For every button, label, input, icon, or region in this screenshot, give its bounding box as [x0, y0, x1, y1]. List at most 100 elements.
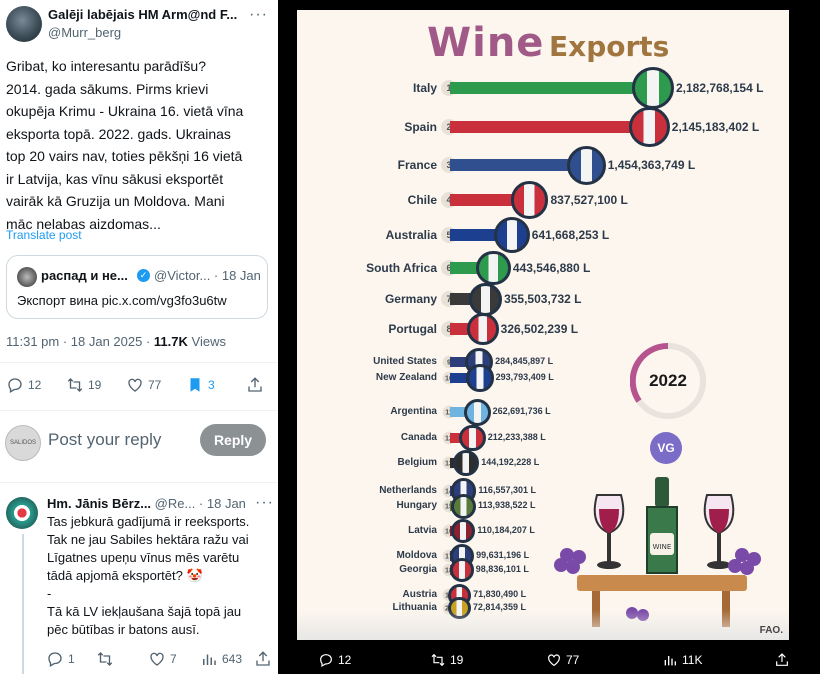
author-avatar[interactable] — [6, 6, 42, 42]
repost-button[interactable] — [96, 650, 114, 668]
export-bar — [450, 159, 584, 171]
reply-button[interactable]: 12 — [6, 376, 41, 394]
reply-author[interactable]: Hm. Jānis Bērz... @Re... · 18 Jan — [47, 496, 246, 511]
export-bar — [450, 121, 647, 133]
share-button[interactable] — [246, 376, 264, 394]
export-value-label: 2,145,183,402 L — [671, 120, 760, 134]
country-flag-icon — [466, 364, 494, 392]
author-name[interactable]: Galēji labējais HM Arm@nd F... — [48, 7, 248, 22]
views-label: Views — [187, 334, 226, 349]
video-frame[interactable]: Wine Exports Italy 1 2,182,768,154 L Spain 2… — [297, 10, 789, 640]
country-label: Austria — [402, 589, 437, 600]
tweet-meta: 11:31 pm · 18 Jan 2025 · 11.7K Views — [6, 334, 226, 349]
quoted-author-handle: @Victor... · 18 Jan — [154, 268, 261, 283]
country-flag-icon — [450, 558, 474, 582]
like-button[interactable]: 77 — [126, 376, 161, 394]
export-value-label: 99,631,196 L — [476, 550, 530, 560]
timestamp[interactable]: 11:31 pm · 18 Jan 2025 · — [6, 334, 154, 349]
media-reply-count: 12 — [338, 653, 352, 667]
country-flag-icon — [493, 217, 530, 253]
like-button[interactable]: 7 — [148, 650, 177, 668]
export-value-label: 262,691,736 L — [492, 406, 551, 416]
repost-button[interactable]: 19 — [66, 376, 101, 394]
country-label: Chile — [407, 193, 437, 207]
svg-text:WINE: WINE — [653, 543, 672, 551]
country-flag-icon — [469, 282, 503, 316]
quoted-text: Экспорт вина pic.x.com/vg3fo3u6tw — [17, 293, 227, 308]
reply-icon — [8, 378, 22, 393]
tweet-actions: 12 19 77 3 — [6, 376, 272, 398]
country-label: United States — [373, 356, 437, 367]
repost-icon — [431, 653, 445, 667]
country-flag-icon — [566, 145, 606, 185]
country-flag-icon — [632, 67, 674, 109]
country-flag-icon — [467, 313, 499, 345]
export-value-label: 113,938,522 L — [477, 500, 536, 510]
bookmark-icon — [190, 378, 200, 392]
country-flag-icon — [476, 250, 511, 286]
author-handle[interactable]: @Murr_berg — [48, 25, 121, 40]
country-label: Spain — [404, 120, 437, 134]
vg-logo: VG — [650, 432, 682, 464]
share-icon — [248, 377, 262, 392]
export-value-label: 641,668,253 L — [531, 228, 610, 242]
reply-text: Tas jebkurā gadījumā ir reeksports. Tak … — [47, 514, 250, 637]
year-indicator: 2022 — [630, 343, 706, 419]
reply-button[interactable]: 1 — [46, 650, 75, 668]
repost-icon — [97, 652, 113, 666]
export-value-label: 110,184,207 L — [477, 525, 535, 535]
export-value-label: 326,502,239 L — [500, 322, 579, 336]
media-share-button[interactable] — [774, 652, 790, 668]
export-value-label: 1,454,363,749 L — [607, 158, 696, 172]
export-value-label: 443,546,880 L — [512, 261, 591, 275]
media-repost-button[interactable]: 19 — [430, 652, 463, 668]
media-views-button[interactable]: 11K — [662, 652, 702, 668]
export-value-label: 144,192,228 L — [481, 457, 540, 467]
share-icon — [776, 653, 788, 666]
quoted-author-avatar — [17, 267, 37, 287]
media-reply-button[interactable]: 12 — [318, 652, 351, 668]
repost-icon — [67, 378, 83, 392]
export-value-label: 293,793,409 L — [495, 372, 554, 382]
divider — [0, 410, 278, 411]
divider — [0, 362, 278, 363]
export-value-label: 837,527,100 L — [550, 193, 628, 207]
tweet-column: Galēji labējais HM Arm@nd F... @Murr_ber… — [0, 0, 278, 674]
country-label: Germany — [384, 292, 437, 306]
media-repost-count: 19 — [450, 653, 464, 667]
reply-author-avatar[interactable] — [6, 497, 38, 529]
export-value-label: 116,557,301 L — [478, 485, 536, 495]
translate-post-link[interactable]: Translate post — [6, 228, 82, 242]
share-button[interactable] — [254, 650, 272, 668]
more-options-icon[interactable]: ··· — [255, 494, 274, 512]
export-value-label: 98,836,101 L — [475, 564, 529, 574]
views-button[interactable]: 643 — [200, 650, 242, 668]
analytics-icon — [664, 656, 676, 666]
bookmark-count: 3 — [208, 378, 215, 392]
heart-icon — [548, 654, 560, 667]
bookmark-button[interactable]: 3 — [186, 376, 215, 394]
export-value-label: 284,845,897 L — [495, 356, 554, 366]
export-bar — [450, 82, 650, 94]
country-label: New Zealand — [375, 372, 437, 383]
user-avatar[interactable]: SALIDOS — [5, 425, 41, 461]
chart-title-exports: Exports — [549, 30, 670, 63]
reply-composer: SALIDOS Post your reply Reply — [0, 420, 278, 468]
tweet-header: Galēji labējais HM Arm@nd F... @Murr_ber… — [6, 6, 272, 46]
media-like-button[interactable]: 77 — [546, 652, 579, 668]
country-flag-icon — [459, 424, 486, 452]
country-label: Canada — [400, 432, 437, 443]
quoted-post[interactable]: распад и не... ✓ @Victor... · 18 Jan Экс… — [6, 255, 268, 319]
chart-title-wine: Wine — [427, 20, 545, 66]
data-source-label: FAO. — [759, 625, 783, 636]
reply-actions: 1 7 643 — [6, 650, 272, 672]
quoted-author-name: распад и не... — [41, 268, 128, 283]
export-value-label: 355,503,732 L — [504, 292, 582, 306]
reply-input[interactable]: Post your reply — [48, 430, 161, 450]
reply-submit-button[interactable]: Reply — [200, 424, 266, 456]
more-options-icon[interactable]: ··· — [249, 6, 268, 24]
media-viewer[interactable]: Wine Exports Italy 1 2,182,768,154 L Spain 2… — [278, 0, 820, 674]
reply-icon — [320, 654, 332, 668]
share-icon — [256, 651, 270, 666]
country-flag-icon — [463, 398, 491, 426]
